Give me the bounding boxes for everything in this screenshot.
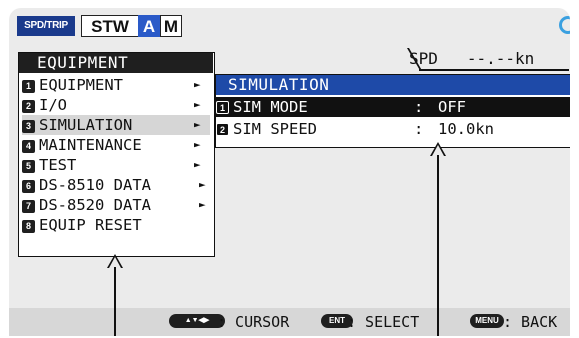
setting-separator: : [414,98,424,116]
equipment-menu-title: EQUIPMENT [19,53,213,73]
item-number-icon: 1 [216,101,229,114]
display-bezel: SPD/TRIP STW A M SPD --.--kn EQUIPMENT 1… [0,0,579,338]
setting-separator: : [414,120,424,138]
speed-tab-underline [419,69,569,71]
simulation-menu-title: SIMULATION [216,75,570,95]
submenu-arrow-icon: ► [194,98,201,111]
menu-item-sim-speed[interactable]: 2 SIM SPEED:10.0kn [216,119,570,139]
status-ring-icon [559,16,570,34]
submenu-arrow-icon: ► [194,158,201,171]
menu-item-ds-8510-data[interactable]: 6 DS-8510 DATA ► [22,175,210,195]
item-number-icon: 2 [216,123,229,136]
cursor-hint: : CURSOR [217,313,290,331]
callout-line-right-lower [437,308,439,336]
callout-line-left-lower [114,308,116,336]
item-number-icon: 7 [22,200,35,213]
menu-item-label: SIMULATION [39,116,133,134]
sim-speed-value: 10.0kn [438,120,494,138]
item-number-icon: 2 [22,100,35,113]
submenu-arrow-icon: ► [194,138,201,151]
menu-item-label: TEST [39,156,77,174]
item-number-icon: 4 [22,140,35,153]
menu-item-label: DS-8520 DATA [39,196,151,214]
spd-trip-button[interactable]: SPD/TRIP [17,16,75,36]
equipment-menu: EQUIPMENT 1 EQUIPMENT ► 2 I/O ► 3 SIMULATION ►… [18,52,215,257]
menu-item-label: EQUIPMENT [39,76,123,94]
simulation-menu: SIMULATION 1 SIM MODE: OFF 2 SIM SPEED:10.0… [215,74,570,148]
menu-item-test[interactable]: 5 TEST ► [22,155,210,175]
item-number-icon: 6 [22,180,35,193]
manual-mode-indicator: M [160,15,182,37]
submenu-arrow-icon: ► [194,78,201,91]
menu-item-ds-8520-data[interactable]: 7 DS-8520 DATA ► [22,195,210,215]
menu-item-label: DS-8510 DATA [39,176,151,194]
submenu-arrow-icon: ► [199,178,206,191]
speed-label: SPD [409,49,438,68]
speed-value: --.--kn [466,49,535,68]
menu-item-label: EQUIP RESET [39,216,142,234]
auto-mode-indicator: A [138,15,160,37]
menu-item-equip-reset[interactable]: 8 EQUIP RESET [22,215,210,235]
key-guide-bar: ▲▼◀▶ : CURSOR ENT : SELECT MENU : BACK [9,308,570,336]
item-number-icon: 1 [22,80,35,93]
menu-item-equipment[interactable]: 1 EQUIPMENT ► [22,75,210,95]
menu-item-sim-mode[interactable]: 1 SIM MODE: OFF [216,97,570,117]
menu-item-label: MAINTENANCE [39,136,142,154]
item-number-icon: 5 [22,160,35,173]
stw-mode-box: STW [81,15,139,37]
item-number-icon: 3 [22,120,35,133]
menu-item-simulation[interactable]: 3 SIMULATION ► [22,115,210,135]
submenu-arrow-icon: ► [194,118,201,131]
item-number-icon: 8 [22,220,35,233]
select-hint: : SELECT [347,313,420,331]
menu-key-icon: MENU [470,314,504,328]
display-screen: SPD/TRIP STW A M SPD --.--kn EQUIPMENT 1… [9,8,570,336]
back-hint: : BACK [503,313,558,331]
menu-item-label: I/O [39,96,67,114]
setting-label: SIM MODE [233,98,308,116]
sim-mode-value: OFF [438,98,466,116]
submenu-arrow-icon: ► [199,198,206,211]
menu-item-io[interactable]: 2 I/O ► [22,95,210,115]
menu-item-maintenance[interactable]: 4 MAINTENANCE ► [22,135,210,155]
setting-label: SIM SPEED [233,120,317,138]
speed-readout: SPD --.--kn [409,48,570,70]
